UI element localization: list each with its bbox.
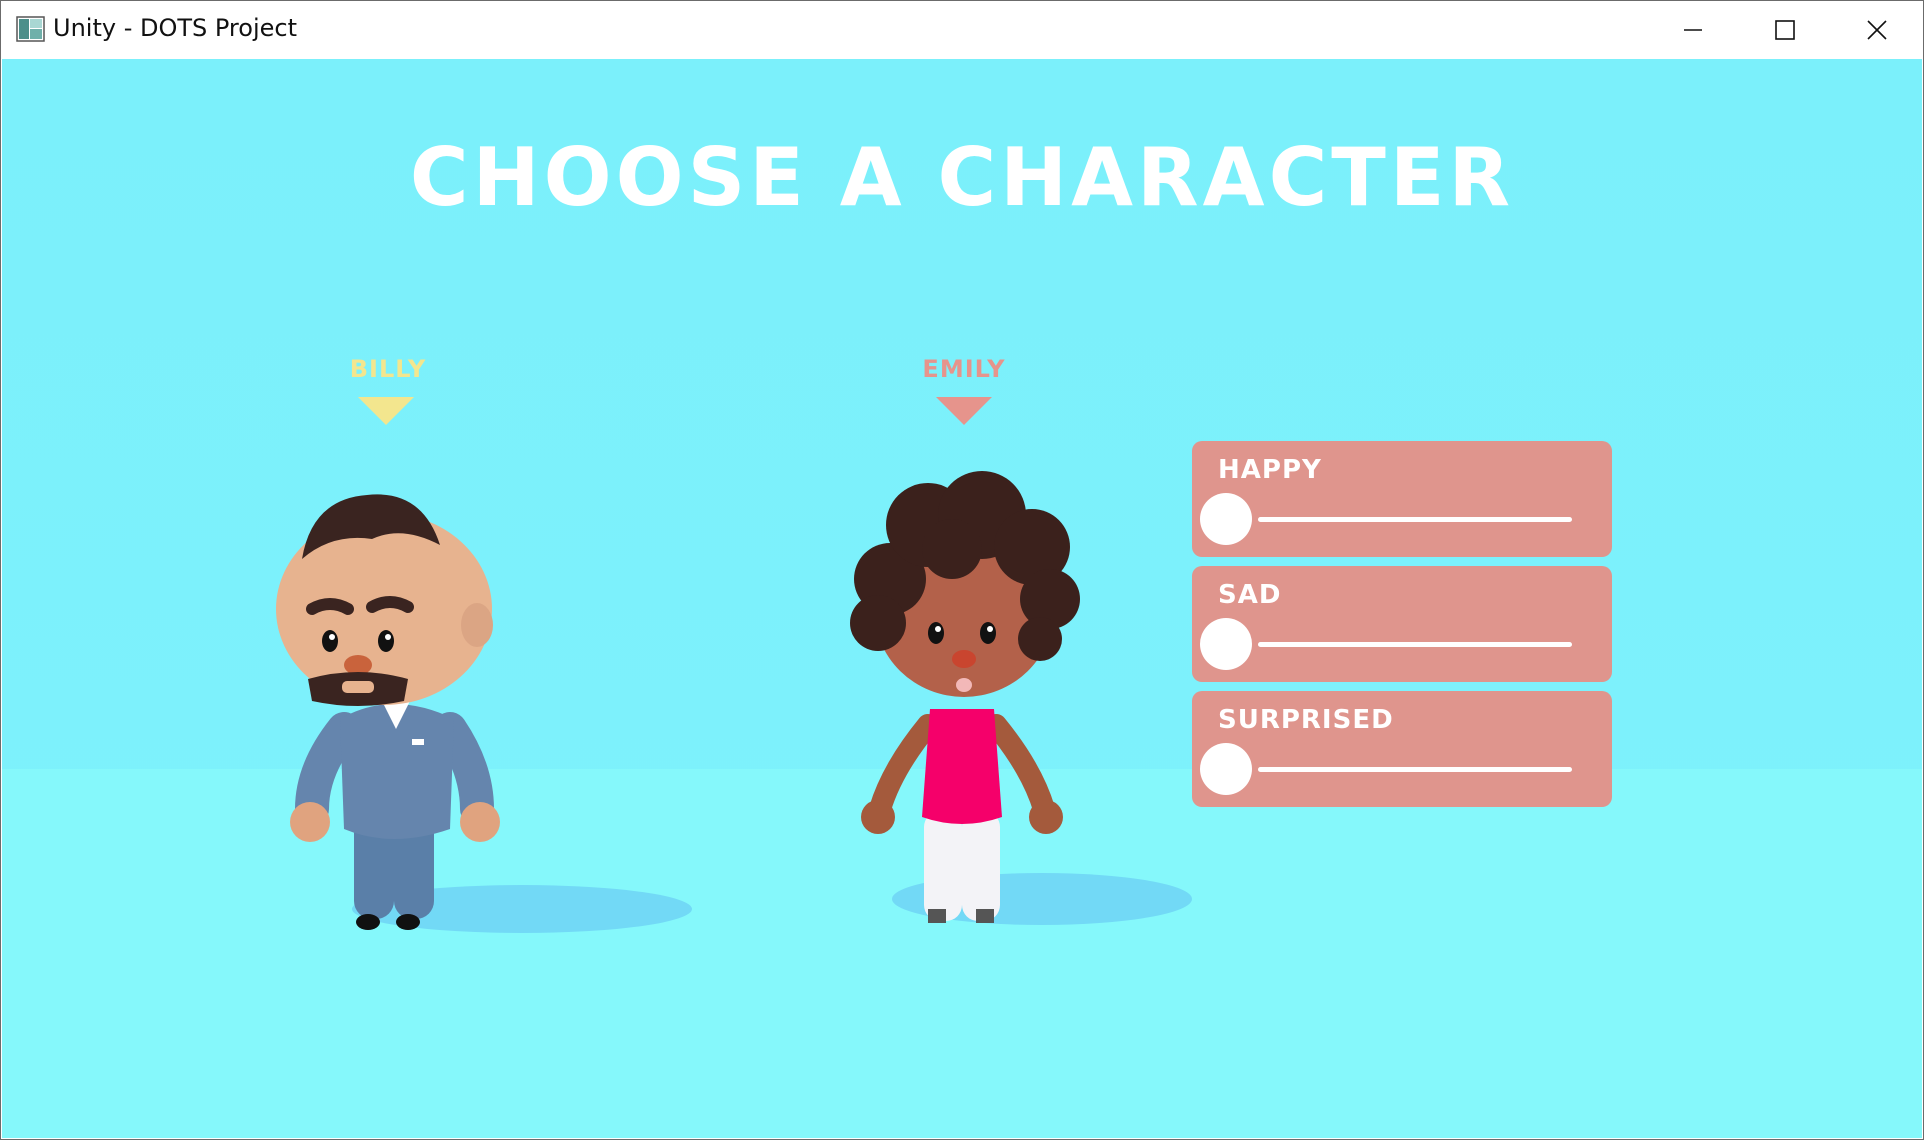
title-bar[interactable]: Unity - DOTS Project	[1, 1, 1923, 59]
slider-track-happy[interactable]	[1258, 517, 1572, 522]
slider-track-sad[interactable]	[1258, 642, 1572, 647]
character-billy[interactable]	[272, 439, 722, 959]
app-window: Unity - DOTS Project CHOOSE A CHARACTER …	[0, 0, 1924, 1140]
maximize-button[interactable]	[1739, 1, 1831, 59]
emotion-slider-happy: HAPPY	[1192, 441, 1612, 557]
emotion-slider-sad: SAD	[1192, 566, 1612, 682]
character-name-emily: EMILY	[922, 355, 1006, 383]
slider-label-surprised: SURPRISED	[1218, 705, 1394, 735]
unity-app-icon	[16, 16, 45, 42]
minimize-icon	[1684, 29, 1702, 31]
slider-label-happy: HAPPY	[1218, 455, 1322, 485]
maximize-icon	[1775, 20, 1795, 40]
selection-marker-billy-icon	[358, 397, 414, 425]
selection-marker-emily-icon	[936, 397, 992, 425]
slider-handle-happy[interactable]	[1200, 493, 1252, 545]
slider-track-surprised[interactable]	[1258, 767, 1572, 772]
screen-heading: CHOOSE A CHARACTER	[409, 131, 1515, 224]
slider-label-sad: SAD	[1218, 580, 1282, 610]
slider-handle-surprised[interactable]	[1200, 743, 1252, 795]
emotion-slider-surprised: SURPRISED	[1192, 691, 1612, 807]
character-emily[interactable]	[832, 439, 1192, 959]
slider-handle-sad[interactable]	[1200, 618, 1252, 670]
character-name-billy: BILLY	[349, 355, 427, 383]
close-button[interactable]	[1831, 1, 1923, 59]
close-icon	[1867, 20, 1887, 40]
window-title: Unity - DOTS Project	[53, 14, 297, 42]
game-viewport[interactable]: CHOOSE A CHARACTER BILLY EMILY HAPPY SAD…	[2, 59, 1922, 1138]
minimize-button[interactable]	[1647, 1, 1739, 59]
